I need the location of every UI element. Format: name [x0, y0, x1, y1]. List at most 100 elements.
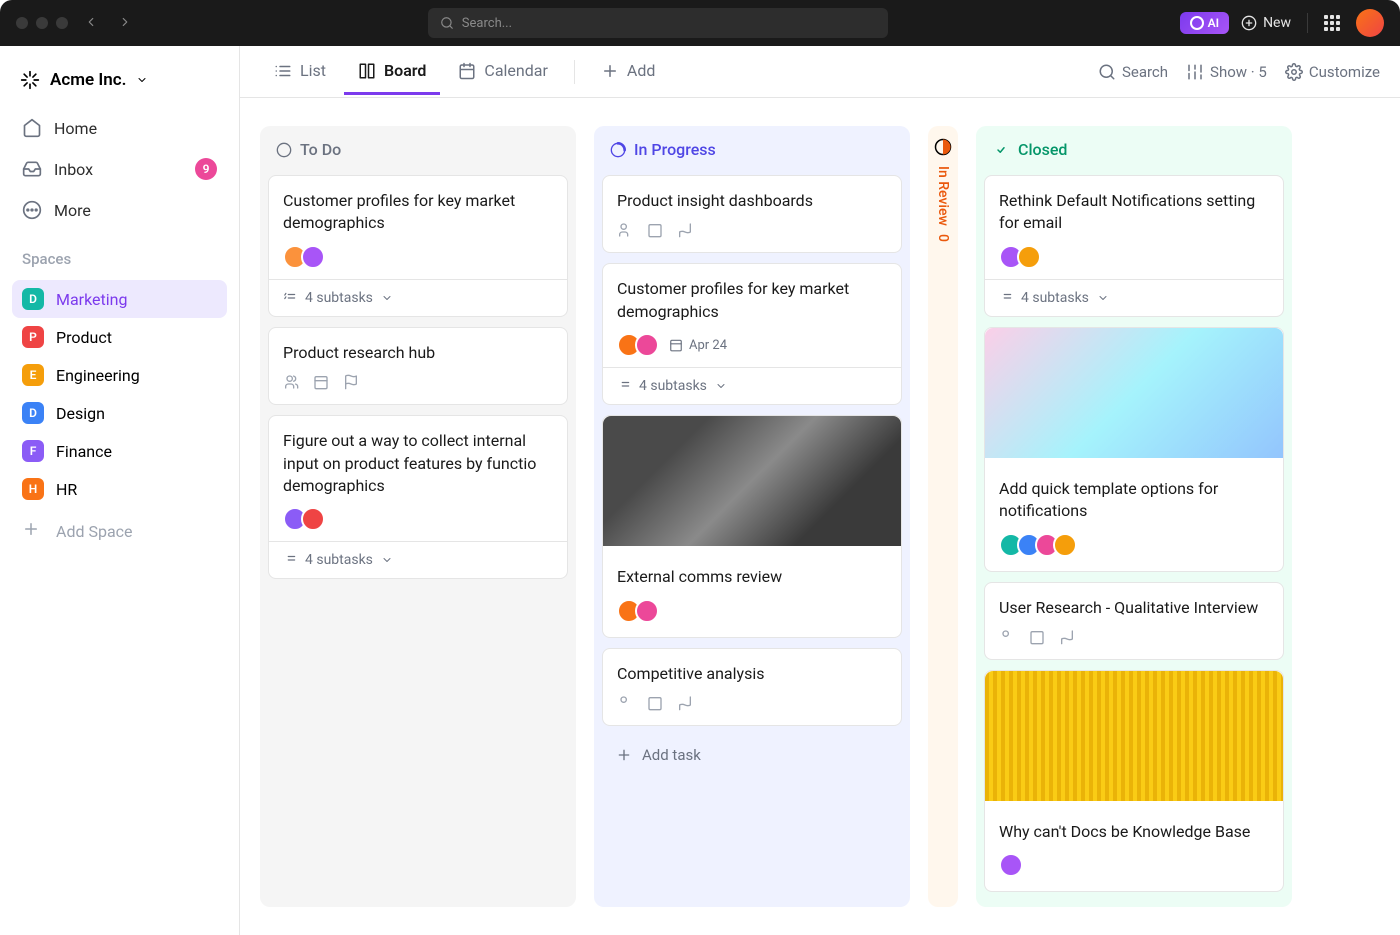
tab-board[interactable]: Board	[344, 49, 440, 95]
sidebar-space-marketing[interactable]: DMarketing	[12, 280, 227, 318]
space-name: HR	[56, 480, 77, 499]
subtasks-icon	[999, 291, 1013, 305]
user-icon[interactable]	[617, 222, 633, 238]
column-header-todo[interactable]: To Do	[268, 134, 568, 165]
card-cover-image	[985, 328, 1283, 458]
user-icon[interactable]	[617, 695, 633, 711]
show-button[interactable]: Show · 5	[1186, 63, 1267, 81]
close-window[interactable]	[16, 17, 28, 29]
column-header-closed[interactable]: Closed	[984, 134, 1284, 165]
customize-button[interactable]: Customize	[1285, 63, 1380, 81]
add-task-button[interactable]: Add task	[602, 736, 902, 774]
calendar-icon[interactable]	[313, 374, 329, 390]
task-card[interactable]: Rethink Default Notifications setting fo…	[984, 175, 1284, 317]
sidebar-space-product[interactable]: P Product	[12, 318, 227, 356]
task-card[interactable]: Product insight dashboards	[602, 175, 902, 253]
gear-icon	[1285, 63, 1303, 81]
divider	[574, 60, 575, 84]
apps-icon[interactable]	[1324, 15, 1340, 31]
plus-circle-icon	[1241, 15, 1257, 31]
assignees[interactable]	[283, 245, 553, 269]
subtasks-row[interactable]: 4 subtasks	[269, 541, 567, 578]
global-search[interactable]: Search...	[428, 8, 888, 38]
card-title: Product insight dashboards	[617, 190, 887, 212]
flag-icon[interactable]	[1059, 629, 1075, 645]
assignees[interactable]	[617, 599, 887, 623]
calendar-icon	[669, 338, 683, 352]
nav-more[interactable]: More	[12, 192, 227, 228]
nav-forward[interactable]	[114, 10, 136, 37]
space-letter-icon: P	[22, 326, 44, 348]
user-icon[interactable]	[283, 374, 299, 390]
subtasks-icon	[617, 379, 631, 393]
card-title: Why can't Docs be Knowledge Base	[999, 821, 1269, 843]
board-area: To Do Customer profiles for key market d…	[240, 98, 1400, 935]
sidebar-space-finance[interactable]: FFinance	[12, 432, 227, 470]
calendar-icon[interactable]	[1029, 629, 1045, 645]
window-controls	[16, 17, 68, 29]
space-name: Engineering	[56, 366, 140, 385]
space-letter-icon: F	[22, 440, 44, 462]
chevron-down-icon	[381, 292, 393, 304]
calendar-icon[interactable]	[647, 222, 663, 238]
assignees[interactable]	[999, 853, 1269, 877]
workspace-name: Acme Inc.	[50, 70, 126, 90]
task-card[interactable]: Why can't Docs be Knowledge Base	[984, 670, 1284, 892]
column-header-progress[interactable]: In Progress	[602, 134, 902, 165]
progress-icon	[610, 142, 626, 158]
space-letter-icon: D	[22, 402, 44, 424]
task-card[interactable]: User Research - Qualitative Interview	[984, 582, 1284, 660]
task-card[interactable]: Figure out a way to collect internal inp…	[268, 415, 568, 579]
user-icon[interactable]	[999, 629, 1015, 645]
maximize-window[interactable]	[56, 17, 68, 29]
flag-icon[interactable]	[343, 374, 359, 390]
home-icon	[22, 118, 42, 138]
nav-back[interactable]	[80, 10, 102, 37]
task-card[interactable]: Customer profiles for key market demogra…	[268, 175, 568, 317]
space-name: Product	[56, 328, 112, 347]
plus-icon	[616, 747, 632, 763]
sidebar-space-design[interactable]: DDesign	[12, 394, 227, 432]
task-card[interactable]: External comms review	[602, 415, 902, 637]
minimize-window[interactable]	[36, 17, 48, 29]
subtasks-row[interactable]: 4 subtasks	[269, 279, 567, 316]
new-button[interactable]: New	[1241, 15, 1291, 31]
space-letter-icon: H	[22, 478, 44, 500]
assignees[interactable]	[999, 533, 1269, 557]
tab-calendar[interactable]: Calendar	[444, 49, 561, 95]
flag-icon[interactable]	[677, 695, 693, 711]
workspace-switcher[interactable]: Acme Inc.	[12, 62, 227, 98]
subtasks-row[interactable]: 4 subtasks	[603, 367, 901, 404]
card-cover-image	[603, 416, 901, 546]
column-in-review[interactable]: In Review 0	[928, 126, 958, 907]
task-card[interactable]: Customer profiles for key market demogra…	[602, 263, 902, 405]
nav-home[interactable]: Home	[12, 110, 227, 146]
user-avatar[interactable]	[1356, 9, 1384, 37]
subtasks-row[interactable]: 4 subtasks	[985, 279, 1283, 316]
app-logo-icon	[20, 70, 40, 90]
task-card[interactable]: Add quick template options for notificat…	[984, 327, 1284, 572]
board-icon	[358, 62, 376, 80]
calendar-icon[interactable]	[647, 695, 663, 711]
flag-icon[interactable]	[677, 222, 693, 238]
sidebar-space-hr[interactable]: H HR	[12, 470, 227, 508]
search-button[interactable]: Search	[1098, 63, 1168, 81]
assignees[interactable]	[999, 245, 1269, 269]
inbox-badge: 9	[195, 158, 217, 180]
add-view-button[interactable]: Add	[587, 49, 669, 95]
sidebar-space-engineering[interactable]: EEngineering	[12, 356, 227, 394]
tab-list[interactable]: List	[260, 49, 340, 95]
task-card[interactable]: Product research hub	[268, 327, 568, 405]
ai-button[interactable]: AI	[1180, 12, 1229, 34]
nav-inbox[interactable]: Inbox 9	[12, 150, 227, 188]
topbar: Search... AI New	[0, 0, 1400, 46]
review-icon	[934, 138, 952, 156]
chevron-down-icon	[136, 74, 148, 86]
task-card[interactable]: Competitive analysis	[602, 648, 902, 726]
assignees[interactable]	[283, 507, 553, 531]
add-space-button[interactable]: Add Space	[12, 512, 227, 550]
check-circle-icon	[992, 141, 1010, 159]
due-date[interactable]: Apr 24	[669, 338, 727, 353]
assignees[interactable]	[617, 333, 653, 357]
divider	[1307, 13, 1308, 33]
